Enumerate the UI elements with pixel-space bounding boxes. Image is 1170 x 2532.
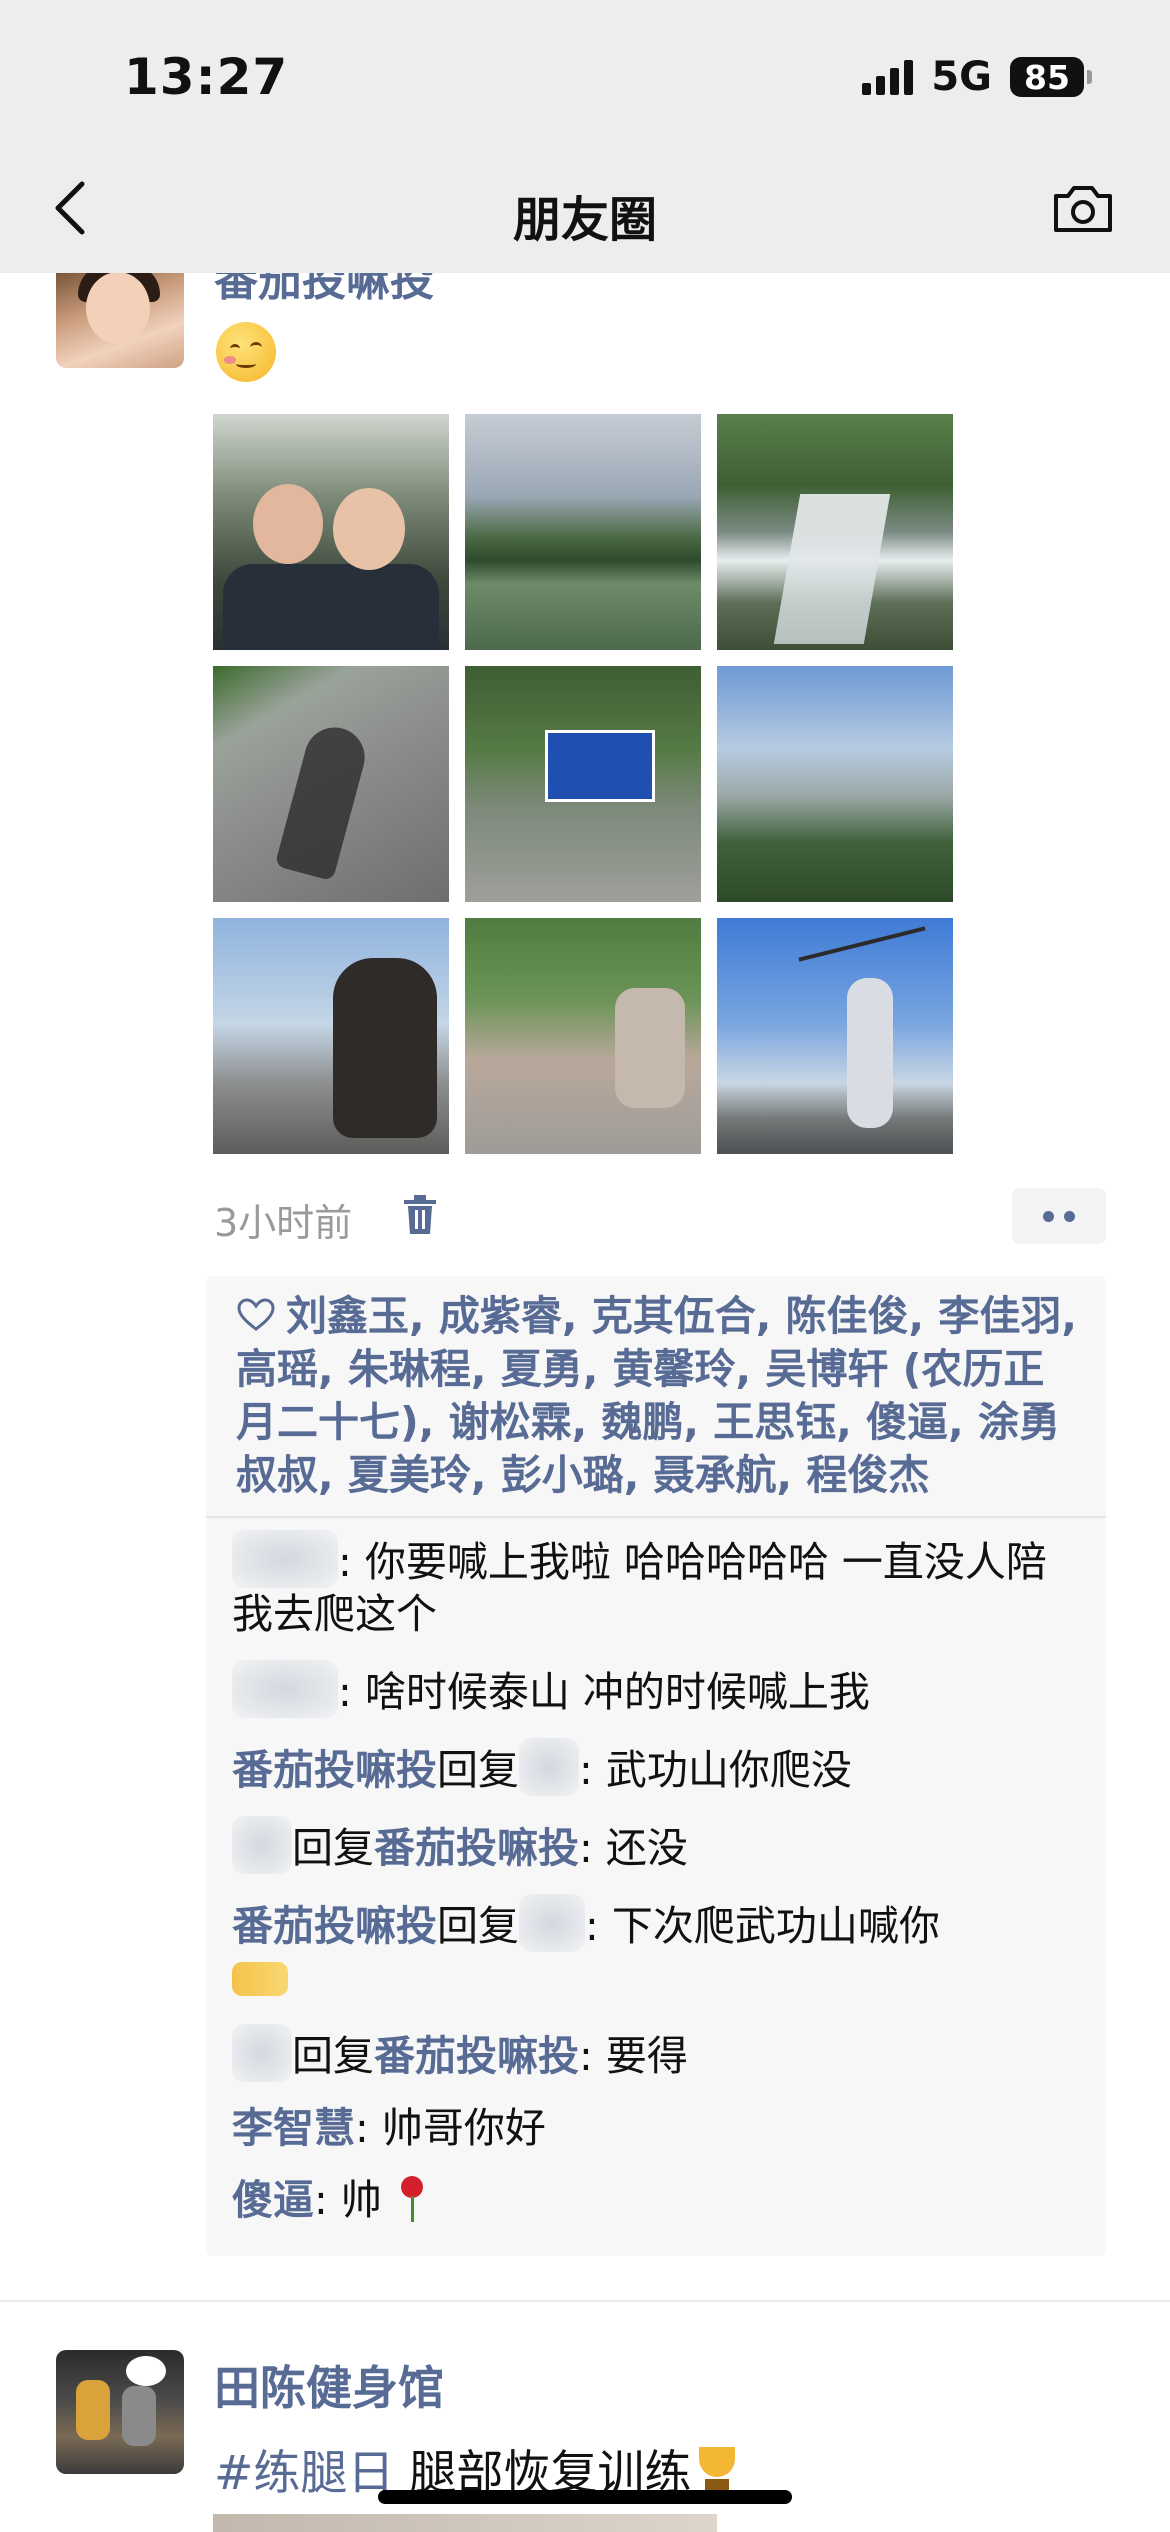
battery-level: 85 xyxy=(1010,57,1084,97)
photo-grid xyxy=(213,414,953,1154)
blurred-nickname xyxy=(519,1738,579,1796)
blurred-nickname xyxy=(519,1894,585,1952)
more-button[interactable] xyxy=(1012,1188,1106,1244)
comment[interactable]: 傻逼: 帅 xyxy=(232,2174,1080,2226)
blurred-nickname xyxy=(232,2024,292,2082)
likes-list: 刘鑫玉, 成紫睿, 克其伍合, 陈佳俊, 李佳羽, 高瑶, 朱琳程, 夏勇, 黄… xyxy=(206,1276,1106,1518)
post-author[interactable]: 田陈健身馆 xyxy=(214,2352,444,2418)
photo-stone-tablets[interactable] xyxy=(465,918,701,1154)
battery-icon: 85 xyxy=(1010,57,1092,97)
likes-names[interactable]: 刘鑫玉, 成紫睿, 克其伍合, 陈佳俊, 李佳羽, 高瑶, 朱琳程, 夏勇, 黄… xyxy=(236,1292,1077,1499)
trash-icon[interactable] xyxy=(402,1194,438,1236)
post-time: 3小时前 xyxy=(214,1201,353,1245)
blurred-nickname xyxy=(232,1530,338,1588)
status-time: 13:27 xyxy=(124,48,289,106)
blurred-nickname xyxy=(232,1816,292,1874)
comment[interactable]: 番茄投嘛投回复: 武功山你爬没 xyxy=(232,1738,1080,1796)
photo-lake[interactable] xyxy=(465,414,701,650)
page-title: 朋友圈 xyxy=(512,192,657,248)
photo-summit[interactable] xyxy=(717,918,953,1154)
comment-author[interactable]: 傻逼 xyxy=(232,2176,314,2224)
hashtag-link[interactable]: #练腿日 xyxy=(214,2446,394,2501)
post-image[interactable] xyxy=(213,2514,717,2532)
home-indicator[interactable] xyxy=(378,2490,792,2504)
post-divider xyxy=(0,2300,1170,2302)
comment-author[interactable]: 李智慧 xyxy=(232,2104,355,2152)
pointing-hand-emoji xyxy=(232,1962,288,1996)
network-type: 5G xyxy=(931,54,992,100)
rose-emoji xyxy=(395,2176,429,2222)
photo-shadows[interactable] xyxy=(213,666,449,902)
comment[interactable]: : 啥时候泰山 冲的时候喊上我 xyxy=(232,1660,1080,1718)
avatar[interactable] xyxy=(56,264,184,368)
comments-list: : 你要喊上我啦 哈哈哈哈哈 一直没人陪我去爬这个 : 啥时候泰山 冲的时候喊上… xyxy=(206,1518,1106,2226)
comment[interactable]: : 你要喊上我啦 哈哈哈哈哈 一直没人陪我去爬这个 xyxy=(232,1530,1080,1640)
photo-selfie[interactable] xyxy=(213,414,449,650)
photo-rock-monument[interactable] xyxy=(213,918,449,1154)
photo-valley[interactable] xyxy=(717,666,953,902)
woozy-face-emoji xyxy=(216,322,276,382)
photo-sign[interactable] xyxy=(465,666,701,902)
heart-icon xyxy=(237,1298,275,1331)
blurred-nickname xyxy=(232,1660,338,1718)
comment[interactable]: 回复番茄投嘛投: 还没 xyxy=(232,1816,1080,1874)
top-bar: 13:27 5G 85 朋友圈 xyxy=(0,0,1170,273)
camera-icon[interactable] xyxy=(1050,180,1116,236)
comment[interactable]: 回复番茄投嘛投: 要得 xyxy=(232,2024,1080,2082)
comment-author[interactable]: 番茄投嘛投 xyxy=(232,1902,437,1950)
avatar[interactable] xyxy=(56,2350,184,2474)
comment-author[interactable]: 番茄投嘛投 xyxy=(232,1746,437,1794)
signal-icon xyxy=(862,59,914,95)
comment-reply-target[interactable]: 番茄投嘛投 xyxy=(374,1824,579,1872)
comment[interactable]: 李智慧: 帅哥你好 xyxy=(232,2102,1080,2154)
status-indicators: 5G 85 xyxy=(862,54,1092,100)
comment[interactable]: 番茄投嘛投回复: 下次爬武功山喊你 xyxy=(232,1894,1080,2004)
interaction-box: 刘鑫玉, 成紫睿, 克其伍合, 陈佳俊, 李佳羽, 高瑶, 朱琳程, 夏勇, 黄… xyxy=(206,1276,1106,2256)
comment-reply-target[interactable]: 番茄投嘛投 xyxy=(374,2032,579,2080)
photo-waterfall[interactable] xyxy=(717,414,953,650)
